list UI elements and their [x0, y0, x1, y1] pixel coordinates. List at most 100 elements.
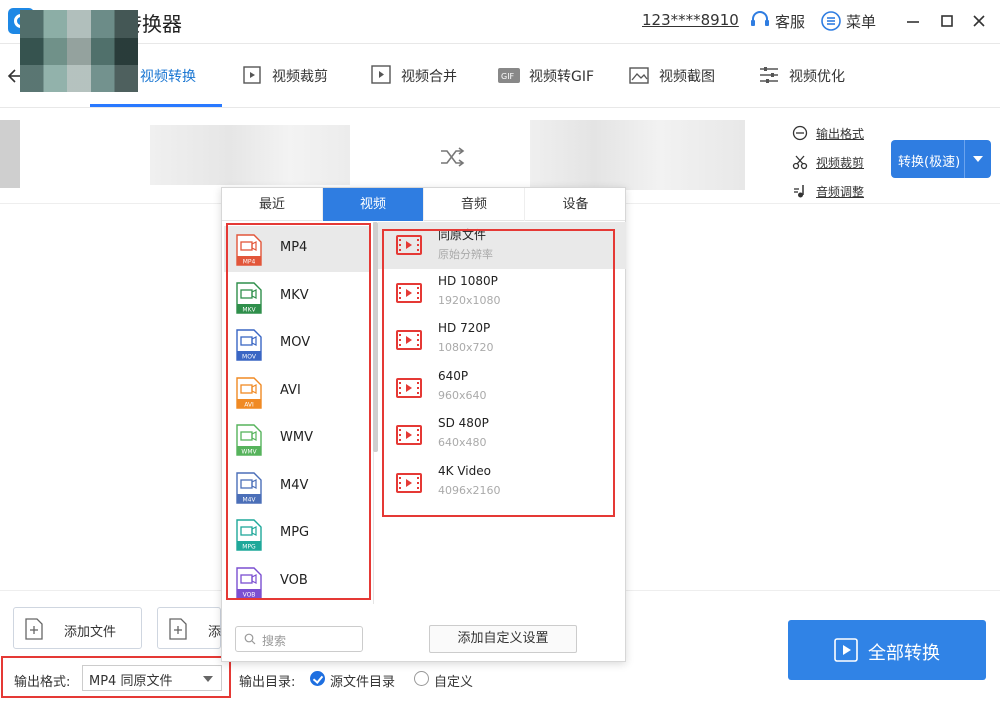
resolution-detail: 960x640	[438, 388, 487, 402]
add-custom-setting-button[interactable]: 添加自定义设置	[429, 625, 577, 653]
format-badge: MPG	[242, 544, 256, 551]
scissors-icon	[792, 155, 808, 170]
search-placeholder: 搜索	[262, 634, 287, 648]
format-name: M4V	[280, 477, 309, 493]
format-item[interactable]: MPG MPG	[224, 511, 370, 557]
format-badge: WMV	[241, 449, 257, 456]
convert-label: 转换(极速)	[898, 155, 961, 170]
title-bar: 风云视频转换器 123****8910 客服 菜单	[0, 0, 1000, 44]
headset-icon[interactable]	[749, 9, 771, 31]
resolution-item[interactable]: HD 720P 1080x720	[378, 317, 626, 364]
resolution-detail: 4096x2160	[438, 483, 501, 497]
option-label: 音频调整	[816, 185, 865, 199]
tab-label: 视频截图	[659, 69, 715, 85]
format-item[interactable]: MKV MKV	[224, 274, 370, 320]
resolution-name: 640P	[438, 368, 469, 383]
resolution-detail: 640x480	[438, 436, 487, 449]
file-format-icon: MKV	[236, 281, 262, 314]
music-note-icon	[794, 185, 804, 198]
tab-recent[interactable]: 最近	[222, 188, 323, 221]
format-name: WMV	[280, 430, 313, 445]
output-format-label: 输出格式:	[14, 675, 71, 690]
account-phone[interactable]: 123****8910	[642, 11, 739, 29]
file-format-icon: M4V	[236, 471, 262, 504]
format-search-input[interactable]: 搜索	[235, 626, 363, 652]
format-badge: AVI	[244, 401, 254, 408]
video-thumbnail[interactable]	[20, 10, 138, 92]
resolution-name: HD 1080P	[438, 273, 498, 288]
shuffle-icon	[441, 147, 465, 167]
minimize-icon[interactable]	[898, 6, 928, 36]
output-format-select[interactable]: MP4 同原文件	[82, 665, 222, 691]
film-icon	[396, 235, 422, 255]
format-item[interactable]: VOB VOB	[224, 559, 370, 605]
format-item[interactable]: MOV MOV	[224, 321, 370, 367]
file-format-icon: MP4	[236, 234, 262, 266]
output-format-value: MP4 同原文件	[89, 674, 173, 689]
menu-icon[interactable]	[820, 10, 842, 32]
resolution-name: HD 720P	[438, 321, 491, 335]
tab-label: 视频转换	[140, 69, 196, 85]
resolution-item[interactable]: 4K Video 4096x2160	[378, 460, 626, 507]
format-badge: VOB	[243, 591, 256, 598]
film-icon	[396, 472, 422, 493]
tab-label: 视频合并	[401, 69, 457, 85]
format-badge: MOV	[242, 354, 257, 361]
format-list-scrollbar[interactable]	[373, 222, 378, 452]
radio-dot	[310, 671, 325, 686]
add-file-button[interactable]: 添加文件	[13, 607, 142, 649]
film-icon	[396, 377, 422, 398]
resolution-detail: 原始分辨率	[438, 248, 493, 261]
crop-icon	[243, 66, 261, 84]
option-label: 视频裁剪	[816, 156, 865, 170]
resolution-detail: 1920x1080	[438, 293, 501, 307]
format-tabs: 最近 视频 音频 设备	[222, 188, 625, 221]
resolution-item[interactable]: SD 480P 640x480	[378, 412, 626, 459]
maximize-icon[interactable]	[932, 6, 962, 36]
file-format-icon: VOB	[236, 566, 262, 599]
add-folder-button[interactable]: 添	[157, 607, 221, 649]
format-item[interactable]: MP4 MP4	[224, 226, 370, 272]
screenshot-icon	[629, 67, 649, 84]
tab-label: 视频优化	[789, 69, 845, 85]
file-format-icon: WMV	[236, 424, 262, 456]
nav-bar: 返回 视频转换 视频裁剪 视频合并 GIF 视频转GIF 视	[0, 44, 1000, 108]
add-file-label: 添加文件	[64, 625, 117, 640]
menu-label[interactable]: 菜单	[846, 11, 876, 32]
tab-label: 视频转GIF	[529, 69, 595, 85]
svg-text:GIF: GIF	[501, 72, 515, 81]
resolution-item[interactable]: 同原文件 原始分辨率	[378, 222, 626, 269]
add-folder-icon	[169, 618, 187, 640]
resolution-detail: 1080x720	[438, 341, 494, 354]
format-name: MP4	[280, 240, 308, 255]
format-item[interactable]: WMV WMV	[224, 416, 370, 462]
add-folder-label: 添	[208, 625, 222, 640]
format-list: MP4 MP4 MKV MKV MOV MOV AVI AVI WMV WMV M4V M4V MPG M…	[222, 222, 374, 604]
tab-device[interactable]: 设备	[525, 188, 626, 221]
resolution-list: 同原文件原始分辨率 HD 1080P 1920x1080 HD 720P 1080x72…	[378, 222, 626, 522]
format-item[interactable]: M4V M4V	[224, 464, 370, 510]
convert-button[interactable]: 转换(极速)	[891, 140, 991, 178]
format-panel: 最近 视频 音频 设备 MP4 MP4 MKV MKV MOV MOV AVI AVI WMV W…	[221, 187, 626, 662]
format-name: MPG	[280, 525, 310, 540]
resolution-name: 4K Video	[438, 463, 491, 478]
tab-video[interactable]: 视频	[323, 188, 424, 221]
add-file-icon	[25, 618, 43, 640]
convert-dropdown-toggle[interactable]	[964, 140, 991, 178]
service-label[interactable]: 客服	[775, 11, 805, 32]
convert-all-button[interactable]: 全部转换	[788, 620, 986, 680]
format-item[interactable]: AVI AVI	[224, 369, 370, 415]
close-icon[interactable]	[964, 6, 994, 36]
blurred-region	[0, 120, 20, 188]
option-label: 输出格式	[816, 127, 865, 141]
resolution-name: 同原文件	[438, 228, 487, 242]
resolution-item[interactable]: 640P 960x640	[378, 365, 626, 412]
format-name: AVI	[280, 382, 301, 398]
tab-audio[interactable]: 音频	[424, 188, 525, 221]
gif-icon: GIF	[498, 68, 520, 83]
output-dir-label: 输出目录:	[239, 675, 296, 690]
format-name: MKV	[280, 287, 309, 303]
radio-label: 自定义	[434, 675, 474, 690]
film-icon	[396, 282, 422, 303]
resolution-item[interactable]: HD 1080P 1920x1080	[378, 270, 626, 317]
